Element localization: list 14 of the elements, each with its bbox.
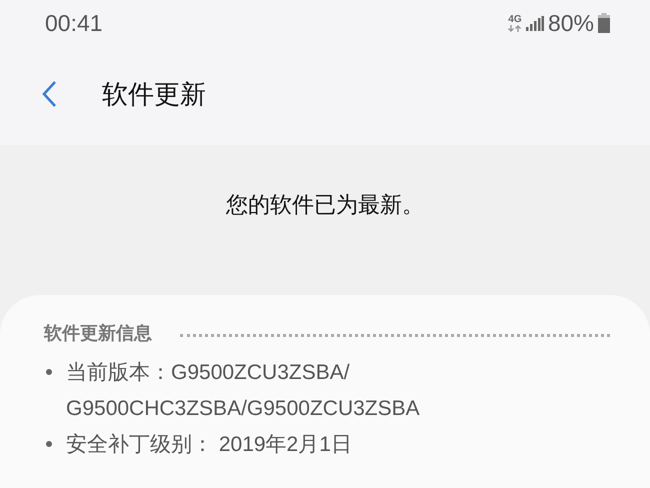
bullet-icon <box>46 369 52 375</box>
info-text: 安全补丁级别： 2019年2月1日 <box>66 432 352 458</box>
bullet-icon <box>46 441 52 447</box>
data-arrows-icon <box>508 24 522 32</box>
status-time: 00:41 <box>45 10 103 36</box>
section-title: 软件更新信息 <box>44 322 152 345</box>
battery-icon <box>598 13 610 33</box>
page-title: 软件更新 <box>102 78 206 112</box>
signal-icon <box>526 16 544 30</box>
status-message: 您的软件已为最新。 <box>225 192 425 220</box>
back-icon[interactable] <box>41 80 57 108</box>
info-text: 当前版本：G9500ZCU3ZSBA/ G9500CHC3ZSBA/G9500ZCU3ZSBA <box>66 360 420 422</box>
network-type: 4G <box>508 14 522 32</box>
battery-level: 80% <box>548 10 594 36</box>
